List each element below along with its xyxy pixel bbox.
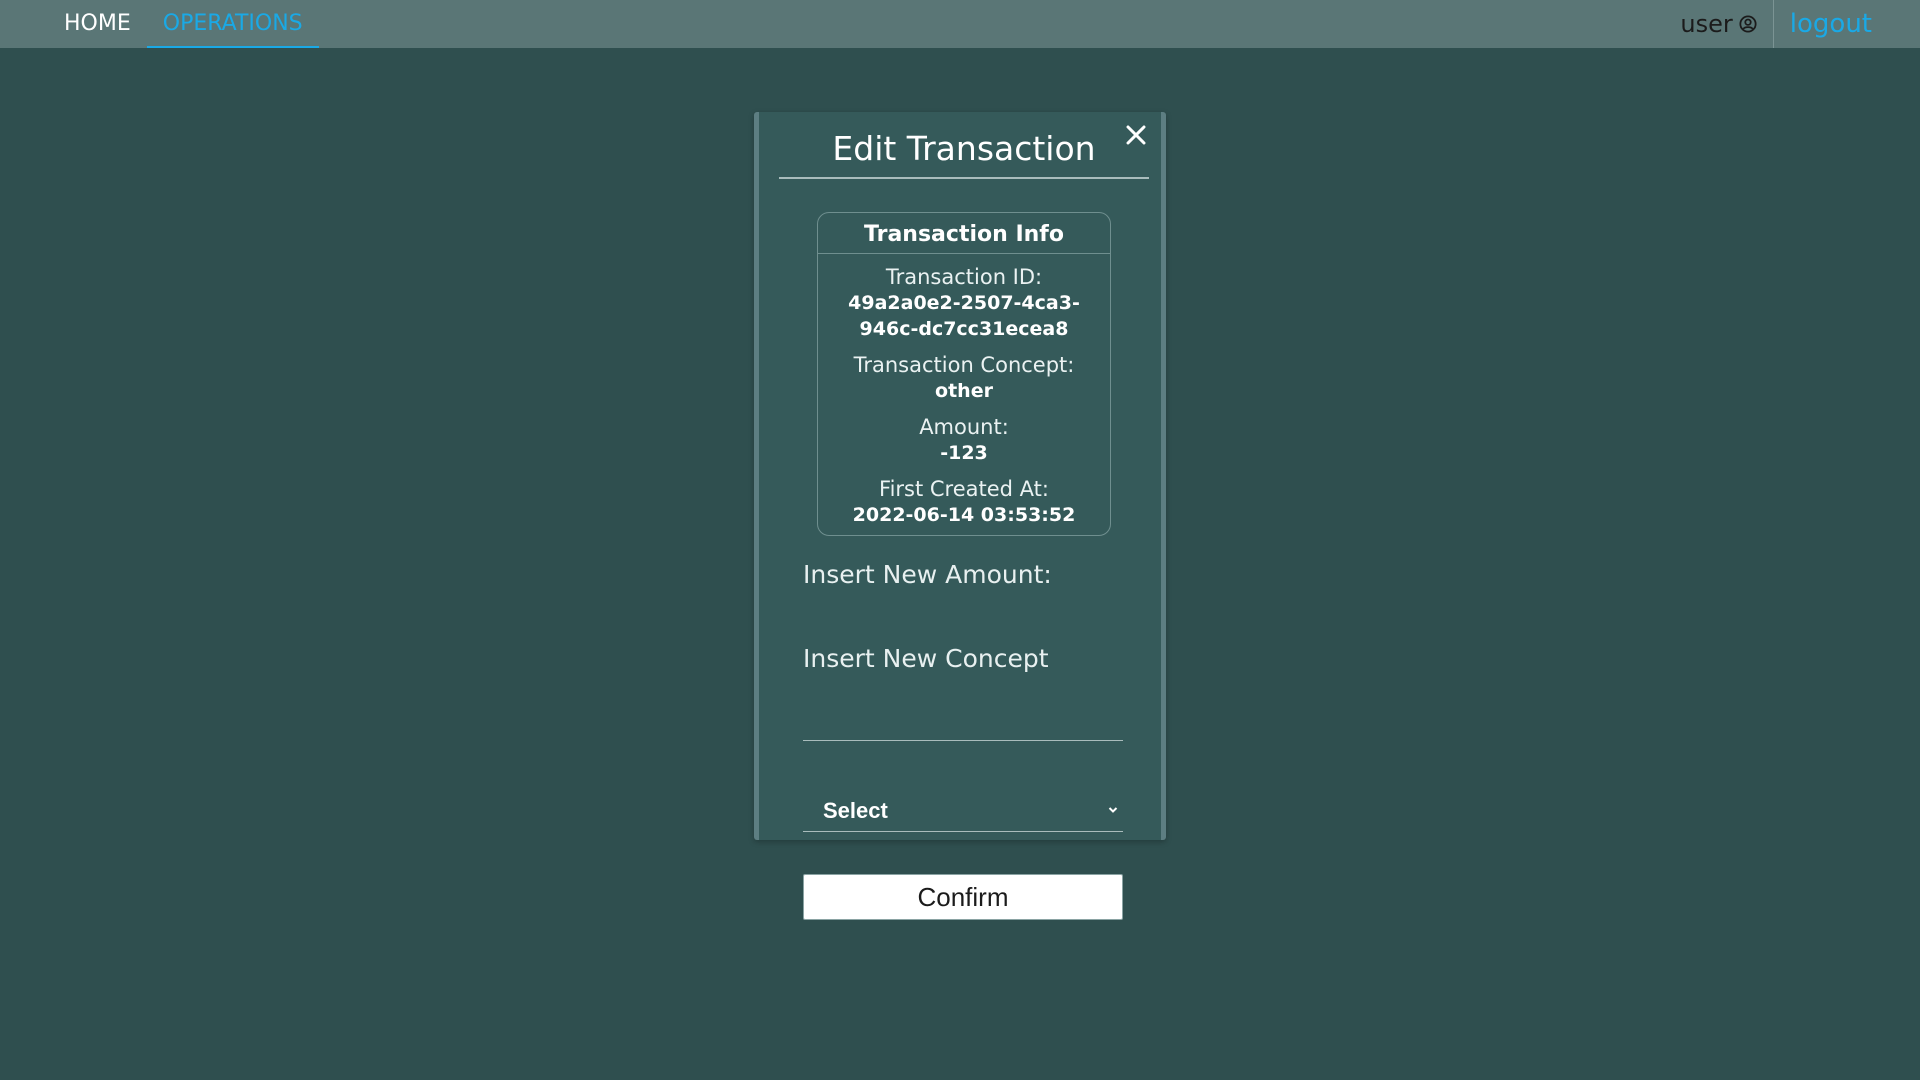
nav-right: user logout xyxy=(1680,0,1920,48)
nav-operations-link[interactable]: OPERATIONS xyxy=(146,0,319,48)
user-label: user xyxy=(1680,10,1733,38)
new-concept-label: Insert New Concept xyxy=(803,644,1049,673)
transaction-created-item: First Created At: 2022-06-14 03:53:52 xyxy=(818,476,1110,528)
user-circle-icon xyxy=(1739,15,1757,33)
user-menu[interactable]: user xyxy=(1680,0,1774,48)
transaction-amount-value: -123 xyxy=(940,442,988,464)
modal-header: Edit Transaction xyxy=(779,112,1149,179)
confirm-button[interactable]: Confirm xyxy=(803,874,1123,920)
transaction-concept-value: other xyxy=(935,380,993,402)
transaction-amount-item: Amount: -123 xyxy=(818,414,1110,466)
nav-home-link[interactable]: HOME xyxy=(48,0,147,48)
nav-left: HOME OPERATIONS xyxy=(0,0,319,48)
modal-title: Edit Transaction xyxy=(832,129,1096,168)
info-card-title: Transaction Info xyxy=(818,213,1110,254)
transaction-concept-item: Transaction Concept: other xyxy=(818,352,1110,404)
transaction-info-card: Transaction Info Transaction ID: 49a2a0e… xyxy=(817,212,1111,536)
transaction-id-label: Transaction ID: xyxy=(885,265,1043,289)
transaction-concept-label: Transaction Concept: xyxy=(853,353,1075,377)
transaction-id-value: 49a2a0e2-2507-4ca3-946c-dc7cc31ecea8 xyxy=(848,292,1080,340)
top-navbar: HOME OPERATIONS user logout xyxy=(0,0,1920,48)
chevron-down-icon xyxy=(1108,807,1118,813)
logout-link[interactable]: logout xyxy=(1774,0,1872,48)
close-icon[interactable] xyxy=(1121,120,1151,150)
edit-transaction-modal: Edit Transaction Transaction Info Transa… xyxy=(754,112,1166,920)
transaction-id-item: Transaction ID: 49a2a0e2-2507-4ca3-946c-… xyxy=(818,264,1110,342)
transaction-created-value: 2022-06-14 03:53:52 xyxy=(852,504,1076,526)
transaction-amount-label: Amount: xyxy=(919,415,1009,439)
new-amount-label: Insert New Amount: xyxy=(803,560,1052,589)
select-value: Select xyxy=(823,798,888,823)
new-concept-select[interactable]: Select xyxy=(803,792,1123,832)
new-amount-input[interactable] xyxy=(803,697,1123,741)
transaction-created-label: First Created At: xyxy=(879,477,1049,501)
